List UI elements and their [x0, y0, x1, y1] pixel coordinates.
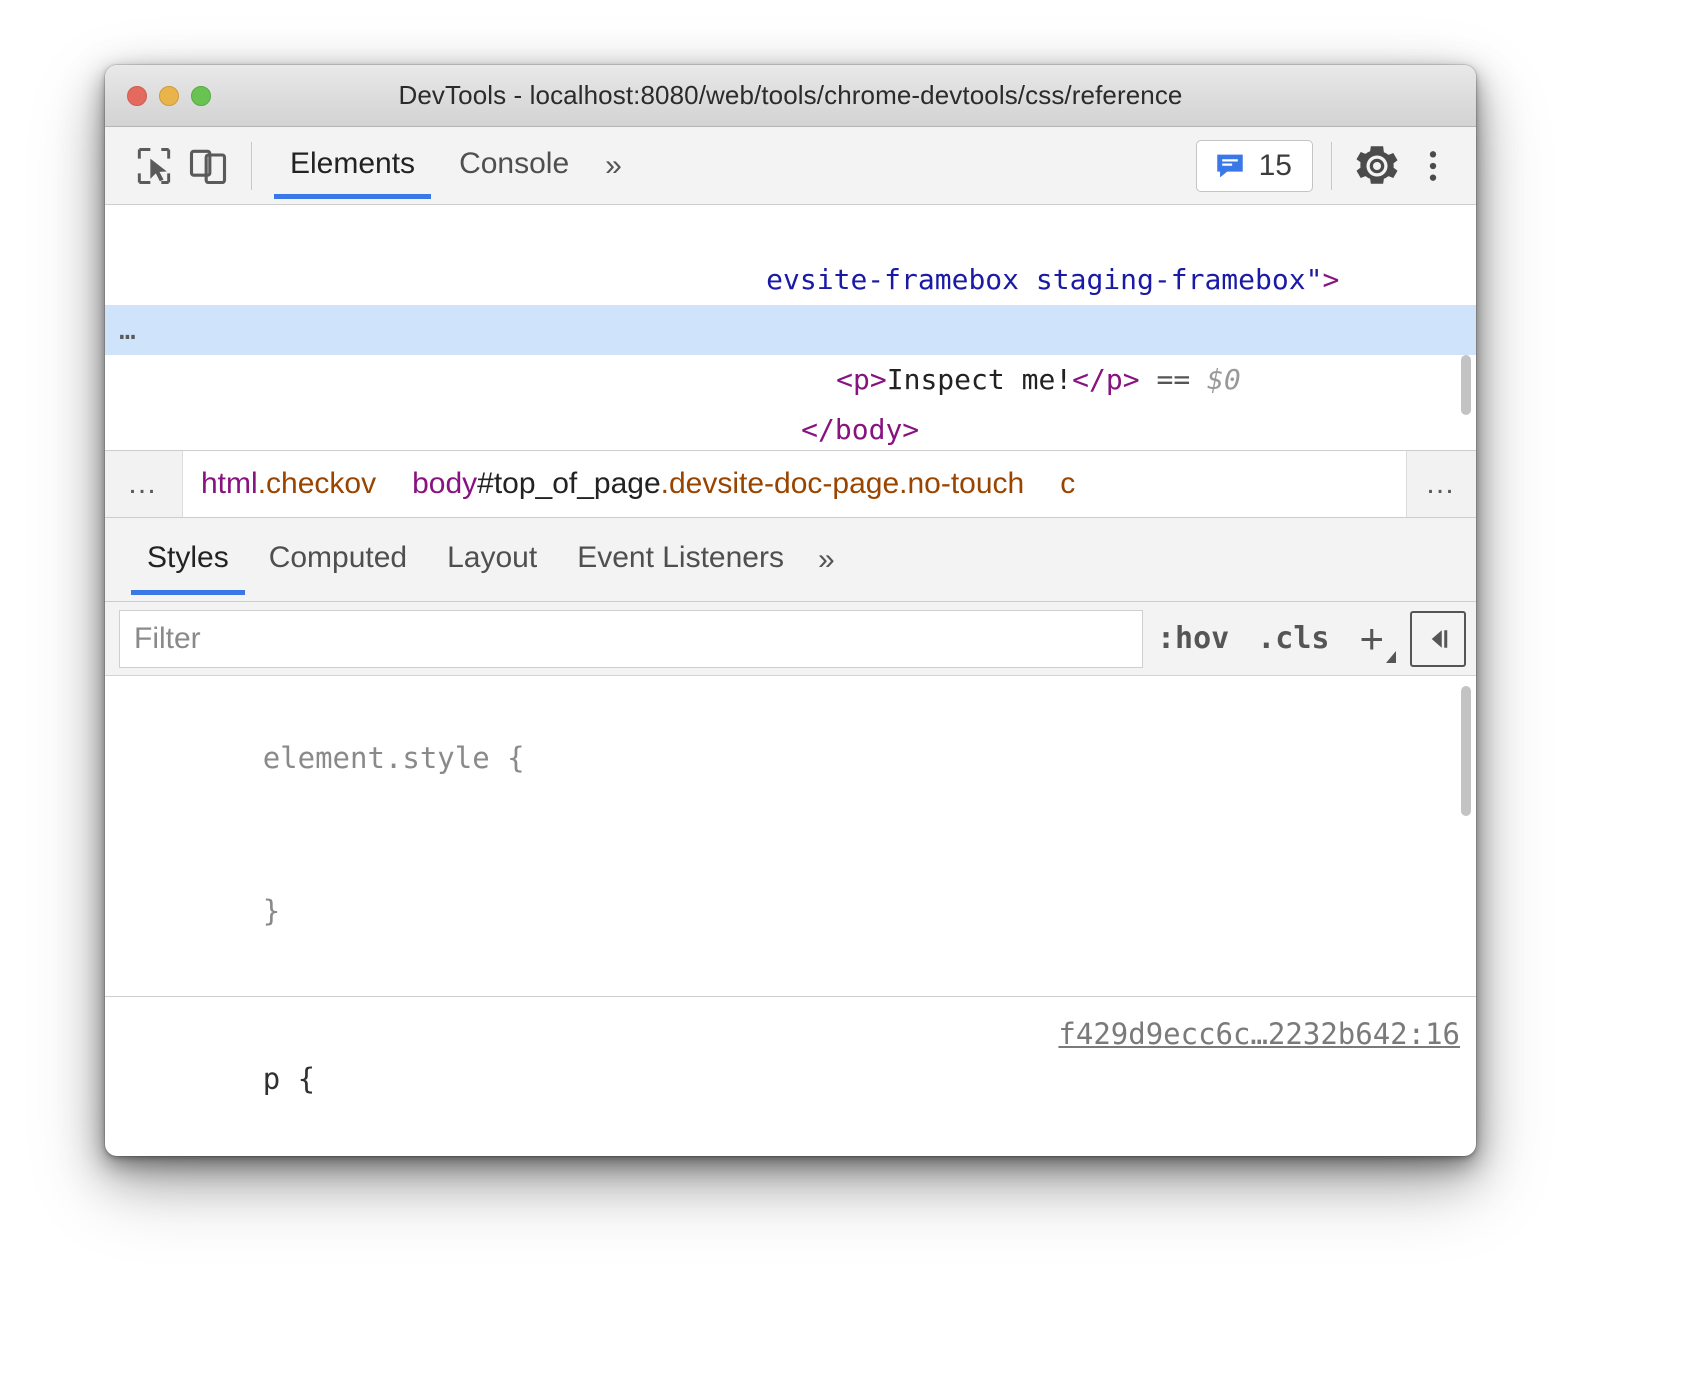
breadcrumb-clipped-text: c [1060, 467, 1075, 501]
panel-toggle-icon[interactable] [1410, 611, 1466, 667]
css-rules-scrollbar[interactable] [1461, 686, 1471, 816]
toolbar-divider [251, 142, 252, 190]
breadcrumb: … html.checkov body#top_of_page.devsite-… [105, 450, 1476, 518]
console-message-count: 15 [1259, 149, 1292, 183]
styles-filter-toolbar: :hov .cls + [105, 602, 1476, 676]
css-rule-p[interactable]: p { f429d9ecc6c…2232b642:16 font-weight:… [105, 996, 1476, 1126]
breadcrumb-html-tag: html [201, 467, 258, 501]
breadcrumb-overflow-left[interactable]: … [105, 451, 183, 517]
breadcrumb-body-classes: .devsite-doc-page.no-touch [661, 467, 1025, 501]
dom-row-html-close[interactable]: </html> [105, 405, 1476, 429]
filter-input[interactable] [119, 610, 1143, 668]
dom-tree-view[interactable]: evsite-framebox staging-framebox"> <styl… [105, 205, 1476, 450]
rule-selector-line-p[interactable]: p { f429d9ecc6c…2232b642:16 [105, 1003, 1476, 1126]
rule-close-line: } [105, 835, 1476, 988]
gear-icon[interactable] [1350, 139, 1404, 193]
traffic-light-buttons [127, 86, 211, 106]
rule-open-brace: { [507, 741, 524, 775]
dom-row-selected-p[interactable]: …<p>Inspect me!</p> == $0 [105, 305, 1476, 355]
more-panels-chevron-icon[interactable]: » [591, 139, 636, 193]
tab-layout[interactable]: Layout [427, 525, 557, 595]
breadcrumb-item-body[interactable]: body#top_of_page.devsite-doc-page.no-tou… [394, 451, 1042, 517]
device-toolbar-icon[interactable] [181, 139, 235, 193]
minimize-window-button[interactable] [159, 86, 179, 106]
close-window-button[interactable] [127, 86, 147, 106]
tab-computed[interactable]: Computed [249, 525, 427, 595]
tab-console[interactable]: Console [437, 133, 591, 199]
toggle-element-classes-button[interactable]: .cls [1243, 613, 1343, 664]
window-titlebar: DevTools - localhost:8080/web/tools/chro… [105, 65, 1476, 127]
tab-event-listeners[interactable]: Event Listeners [557, 525, 804, 595]
console-message-icon [1213, 149, 1247, 183]
dom-row-attr-continuation[interactable]: evsite-framebox staging-framebox"> [105, 205, 1476, 255]
breadcrumb-item-clipped[interactable]: c [1042, 451, 1075, 517]
more-styles-tabs-chevron-icon[interactable]: » [804, 533, 849, 587]
toggle-pseudo-classes-button[interactable]: :hov [1143, 613, 1243, 664]
rule-close-brace: } [263, 894, 280, 928]
dom-row-ellipsis-gutter[interactable]: … [119, 305, 138, 355]
breadcrumb-body-id: #top_of_page [477, 467, 661, 501]
rule-open-brace-p: { [298, 1062, 315, 1096]
devtools-window: DevTools - localhost:8080/web/tools/chro… [105, 65, 1476, 1156]
dom-row-style-tag[interactable]: <style>…</style> [105, 255, 1476, 305]
toolbar-divider-2 [1331, 142, 1332, 190]
window-title: DevTools - localhost:8080/web/tools/chro… [105, 65, 1476, 126]
tab-styles[interactable]: Styles [127, 525, 249, 595]
tab-elements[interactable]: Elements [268, 133, 437, 199]
breadcrumb-overflow-right[interactable]: … [1406, 451, 1476, 517]
kebab-menu-icon[interactable] [1406, 139, 1460, 193]
breadcrumb-html-classes: .checkov [258, 467, 376, 501]
rule-selector-p: p [263, 1062, 280, 1096]
devtools-main-toolbar: Elements Console » 15 [105, 127, 1476, 205]
rule-selector-line[interactable]: element.style { [105, 682, 1476, 835]
css-rule-element-style[interactable]: element.style { } [105, 676, 1476, 996]
dom-row-body-close[interactable]: </body> [105, 355, 1476, 405]
plus-icon: + [1359, 615, 1384, 662]
zoom-window-button[interactable] [191, 86, 211, 106]
toolbar-right-group: 15 [1196, 139, 1460, 193]
rule-selector: element.style [263, 741, 490, 775]
new-style-rule-button[interactable]: + [1343, 613, 1400, 665]
css-rules-list[interactable]: element.style { } p { f429d9ecc6c…2232b6… [105, 676, 1476, 1126]
breadcrumb-body-tag: body [412, 467, 477, 501]
inspect-element-icon[interactable] [127, 139, 181, 193]
dom-tree-scrollbar[interactable] [1461, 355, 1471, 415]
console-messages-badge[interactable]: 15 [1196, 140, 1313, 192]
breadcrumb-item-html[interactable]: html.checkov [183, 451, 394, 517]
stylesheet-source-link[interactable]: f429d9ecc6c…2232b642:16 [1058, 1009, 1460, 1060]
screenshot-root: DevTools - localhost:8080/web/tools/chro… [0, 0, 1686, 1394]
chevron-down-icon [1386, 651, 1396, 663]
styles-pane-tabs: Styles Computed Layout Event Listeners » [105, 518, 1476, 602]
